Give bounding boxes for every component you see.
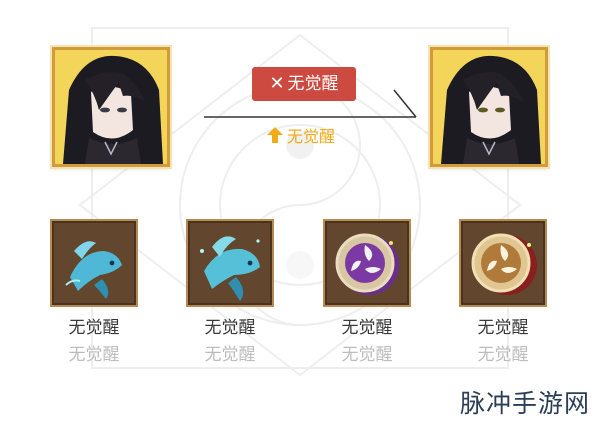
item-2-sublabel: 无觉醒	[204, 345, 256, 365]
awakening-status-badge: ✕ 无觉醒	[252, 67, 356, 101]
shikigami-portrait-before	[52, 47, 170, 167]
purple-tomoe-drum-icon	[335, 233, 399, 295]
item-1-label: 无觉醒	[68, 318, 120, 338]
blue-koi-fish-icon	[65, 241, 122, 299]
item-slot-1	[50, 219, 138, 307]
gold-tomoe-drum-icon	[471, 233, 537, 295]
item-4-sublabel: 无觉醒	[477, 345, 529, 365]
item-slot-2	[186, 219, 274, 307]
blue-koi-fish-icon	[200, 236, 260, 301]
item-2-label: 无觉醒	[204, 318, 256, 338]
item-3-sublabel: 无觉醒	[341, 345, 393, 365]
shikigami-portrait-after	[430, 47, 548, 167]
awakening-comparison-panel: ✕ 无觉醒 无觉醒 无觉醒 无觉醒 无觉醒 无觉醒 无觉醒 无觉醒 无觉醒 无觉…	[0, 0, 600, 426]
character-portrait-image	[55, 50, 167, 164]
item-slot-4	[459, 219, 547, 307]
site-watermark: 脉冲手游网	[459, 389, 590, 418]
up-arrow-icon	[267, 127, 283, 143]
item-4-label: 无觉醒	[477, 318, 529, 338]
item-3-label: 无觉醒	[341, 318, 393, 338]
upgrade-label: 无觉醒	[287, 127, 336, 146]
character-portrait-image	[433, 50, 545, 164]
item-slot-3	[323, 219, 411, 307]
item-1-sublabel: 无觉醒	[68, 345, 120, 365]
awakening-badge-label: 无觉醒	[287, 74, 339, 94]
crossed-swords-icon: ✕	[269, 73, 285, 94]
upgrade-indicator: 无觉醒	[266, 124, 335, 146]
